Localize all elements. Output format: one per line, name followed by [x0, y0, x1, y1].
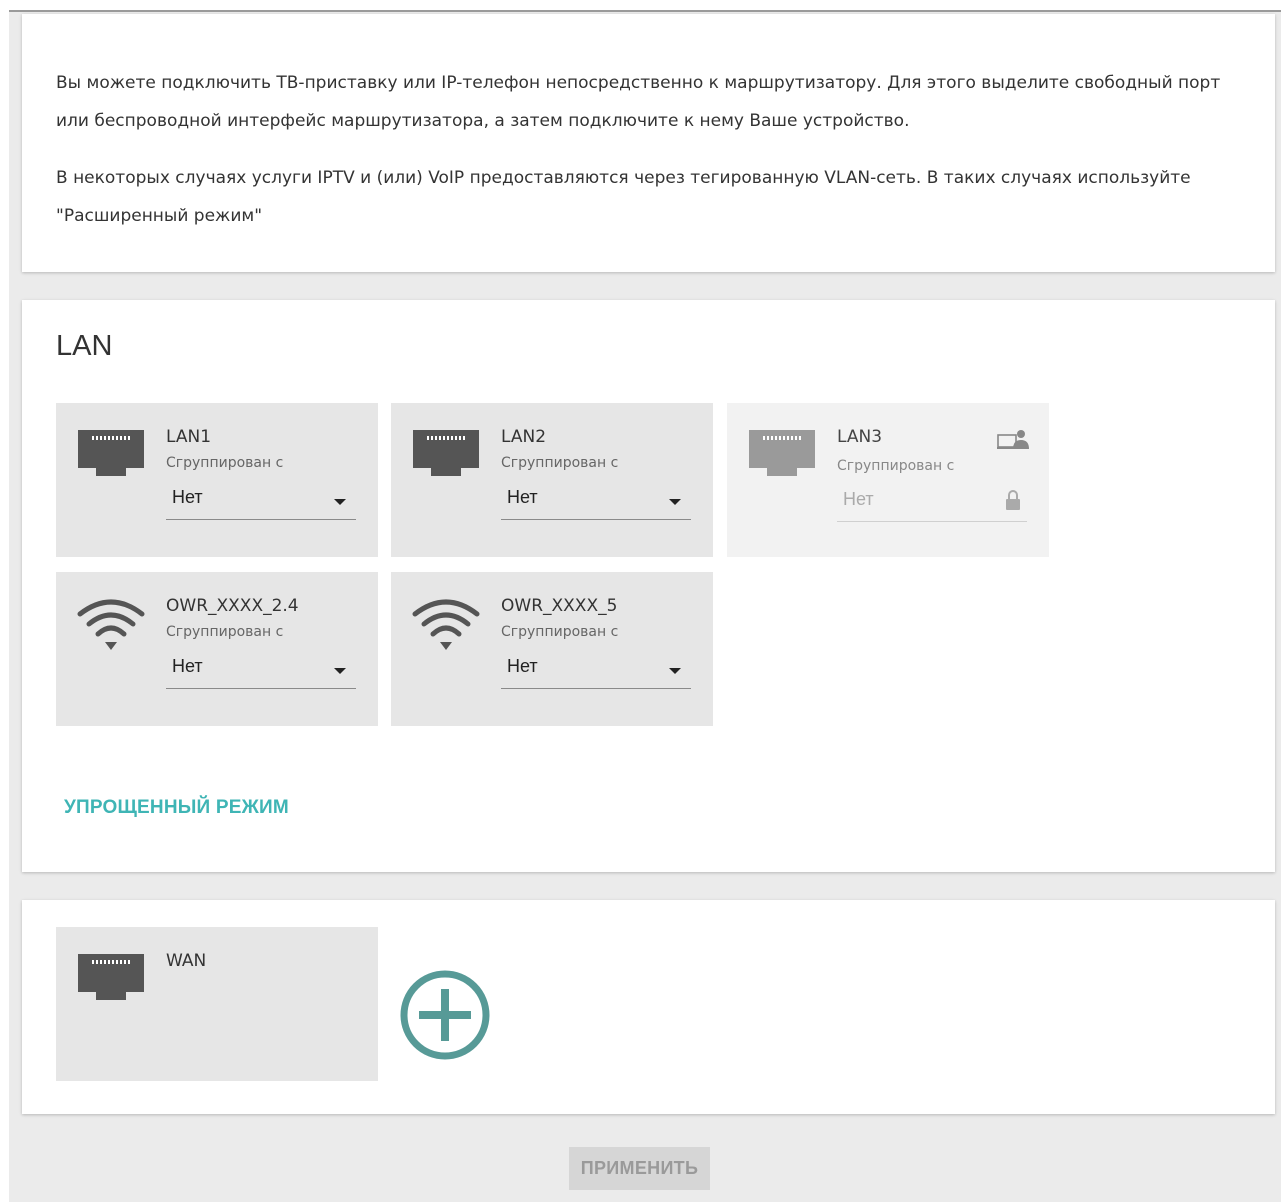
lock-icon — [1006, 490, 1020, 510]
port-name: WAN — [166, 951, 207, 971]
wan-card: WAN — [22, 900, 1275, 1114]
grouped-with-label: Сгруппирован с — [166, 624, 284, 640]
grouped-with-label: Сгруппирован с — [501, 624, 619, 640]
apply-button[interactable]: ПРИМЕНИТЬ — [569, 1147, 710, 1190]
port-name: LAN3 — [837, 427, 883, 447]
caret-down-icon — [669, 668, 681, 674]
port-name: LAN2 — [501, 427, 547, 447]
caret-down-icon — [334, 499, 346, 505]
ethernet-port-icon — [413, 430, 479, 476]
port-tile-lan3: LAN3 Сгруппирован с Нет — [727, 403, 1049, 557]
caret-down-icon — [669, 499, 681, 505]
ethernet-port-icon — [78, 430, 144, 476]
port-tile-wifi-5[interactable]: OWR_XXXX_5 Сгруппирован с Нет — [391, 572, 713, 726]
group-select-wifi-5[interactable]: Нет — [501, 650, 691, 689]
port-tile-lan1[interactable]: LAN1 Сгруппирован с Нет — [56, 403, 378, 557]
ethernet-port-icon — [749, 430, 815, 476]
grouped-with-label: Сгруппирован с — [837, 458, 955, 474]
group-select-wifi-2-4[interactable]: Нет — [166, 650, 356, 689]
page-background: Вы можете подключить ТВ-приставку или IP… — [9, 10, 1281, 1202]
group-select-lan1[interactable]: Нет — [166, 481, 356, 520]
group-select-value: Нет — [172, 487, 203, 507]
wifi-icon — [412, 599, 480, 650]
port-name: OWR_XXXX_2.4 — [166, 596, 299, 616]
group-select-lan2[interactable]: Нет — [501, 481, 691, 520]
wifi-icon — [77, 599, 145, 650]
info-paragraph-2: В некоторых случаях услуги IPTV и (или) … — [56, 168, 1191, 226]
grouped-with-label: Сгруппирован с — [501, 455, 619, 471]
info-card: Вы можете подключить ТВ-приставку или IP… — [22, 14, 1275, 272]
port-tile-lan2[interactable]: LAN2 Сгруппирован с Нет — [391, 403, 713, 557]
group-select-value: Нет — [507, 656, 538, 676]
simple-mode-link[interactable]: УПРОЩЕННЫЙ РЕЖИМ — [64, 797, 289, 819]
port-name: OWR_XXXX_5 — [501, 596, 618, 616]
group-select-value: Нет — [843, 489, 874, 509]
lan-title: LAN — [56, 330, 113, 362]
ethernet-port-icon — [78, 954, 144, 1000]
caret-down-icon — [334, 668, 346, 674]
port-tile-wan[interactable]: WAN — [56, 927, 378, 1081]
group-select-value: Нет — [172, 656, 203, 676]
grouped-with-label: Сгруппирован с — [166, 455, 284, 471]
add-circle-icon[interactable] — [399, 969, 491, 1061]
group-select-value: Нет — [507, 487, 538, 507]
info-paragraph-1: Вы можете подключить ТВ-приставку или IP… — [56, 73, 1221, 131]
computer-user-icon — [997, 430, 1029, 449]
port-tile-wifi-2-4[interactable]: OWR_XXXX_2.4 Сгруппирован с Нет — [56, 572, 378, 726]
port-name: LAN1 — [166, 427, 212, 447]
group-select-lan3: Нет — [837, 483, 1027, 522]
lan-card: LAN LAN1 Сгруппирован с Нет LAN2 Сгруппи… — [22, 300, 1275, 872]
